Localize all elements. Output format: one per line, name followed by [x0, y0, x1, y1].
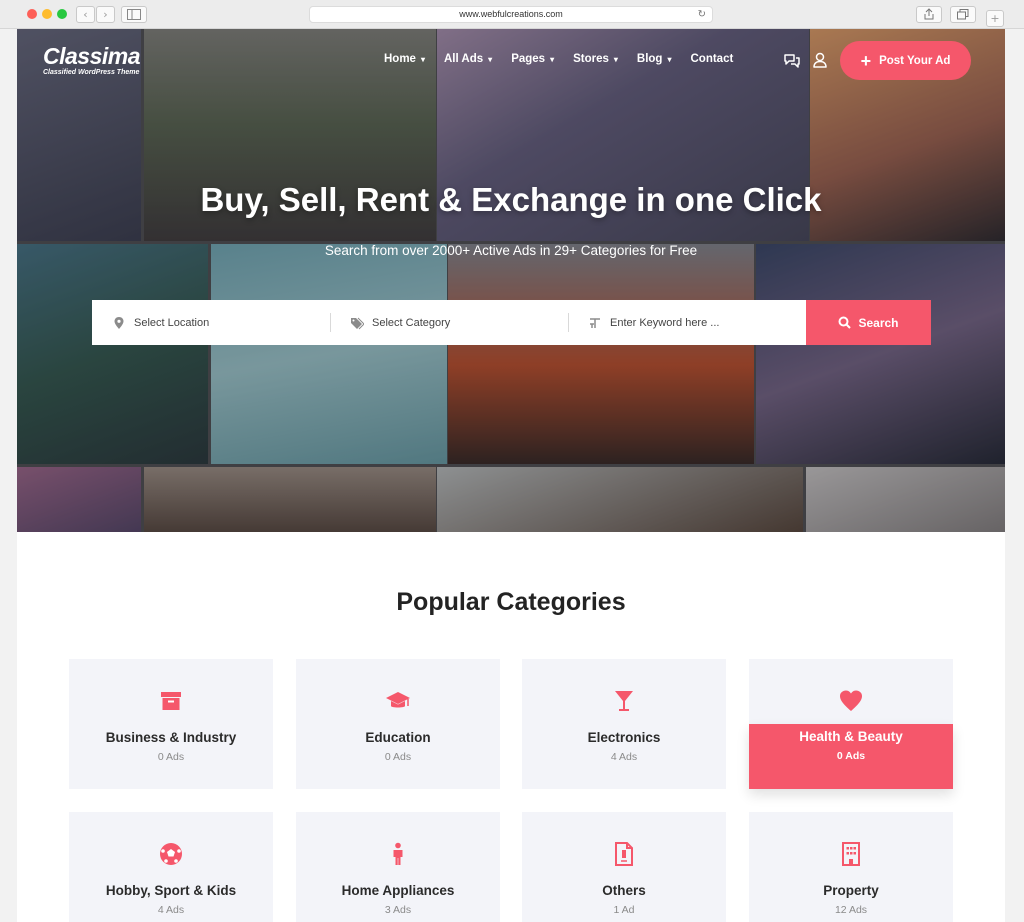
category-card-education[interactable]: Education 0 Ads [296, 659, 500, 789]
nav-item-all-ads[interactable]: All Ads ▾ [444, 53, 492, 65]
soccer-ball-icon [160, 843, 182, 865]
site-logo[interactable]: Classima Classified WordPress Theme [43, 43, 141, 76]
map-pin-icon [114, 316, 124, 329]
text-format-icon [590, 317, 600, 328]
address-bar[interactable]: www.webfulcreations.com ↻ [309, 6, 713, 23]
zoom-window-button[interactable] [57, 9, 67, 19]
keyword-field[interactable]: Enter Keyword here ... [568, 300, 806, 345]
person-icon [393, 842, 403, 865]
window-frame-left [0, 29, 17, 922]
back-button[interactable]: ‹ [76, 6, 95, 23]
forward-button[interactable]: › [96, 6, 115, 23]
section-title: Popular Categories [396, 588, 626, 616]
category-select[interactable]: Select Category [330, 300, 568, 345]
graduation-cap-icon [386, 692, 410, 708]
chevron-down-icon: ▾ [613, 54, 618, 64]
hero-title: Buy, Sell, Rent & Exchange in one Click [200, 181, 822, 218]
url-text: www.webfulcreations.com [459, 9, 563, 19]
chevron-down-icon: ▾ [420, 54, 425, 64]
logo-tagline: Classified WordPress Theme [43, 69, 140, 76]
plus-icon: + [860, 50, 872, 71]
hero-overlay [17, 29, 1005, 532]
category-card-electronics[interactable]: Electronics 4 Ads [522, 659, 726, 789]
location-select[interactable]: Select Location [92, 300, 330, 345]
search-bar: Select Location Select Category Enter Ke… [92, 300, 931, 345]
chevron-down-icon: ▾ [550, 54, 555, 64]
cocktail-glass-icon [615, 691, 633, 711]
minimize-window-button[interactable] [42, 9, 52, 19]
user-account-icon[interactable] [811, 51, 829, 69]
search-button[interactable]: Search [806, 300, 931, 345]
chevron-down-icon: ▾ [488, 54, 493, 64]
post-your-ad-label: Post Your Ad [879, 54, 951, 67]
window-frame-right [1005, 29, 1024, 922]
chat-icon[interactable] [783, 51, 801, 69]
nav-item-stores[interactable]: Stores ▾ [573, 53, 618, 65]
tabs-overview-icon[interactable] [950, 6, 976, 23]
category-card-property[interactable]: Property 12 Ads [749, 812, 953, 922]
category-card-hobby-sport-kids[interactable]: Hobby, Sport & Kids 4 Ads [69, 812, 273, 922]
category-card-business-industry[interactable]: Business & Industry 0 Ads [69, 659, 273, 789]
main-nav: Home ▾ All Ads ▾ Pages ▾ Stores ▾ Blog ▾ Cont… [384, 53, 752, 65]
browser-toolbar: ‹ › www.webfulcreations.com ↻ + [0, 0, 1024, 29]
location-select-label: Select Location [134, 316, 210, 329]
building-icon [842, 842, 860, 866]
nav-item-home[interactable]: Home ▾ [384, 53, 425, 65]
chevron-down-icon: ▾ [667, 54, 672, 64]
category-card-others[interactable]: Others 1 Ad [522, 812, 726, 922]
new-tab-icon[interactable]: + [986, 10, 1004, 27]
post-your-ad-button[interactable]: + Post Your Ad [840, 41, 971, 80]
category-card-home-appliances[interactable]: Home Appliances 3 Ads [296, 812, 500, 922]
logo-name: Classima [43, 43, 141, 69]
sidebar-toggle-icon[interactable] [121, 6, 147, 23]
hero-subtitle: Search from over 2000+ Active Ads in 29+… [324, 243, 698, 258]
share-icon[interactable] [916, 6, 942, 23]
search-button-label: Search [858, 315, 899, 330]
nav-item-contact[interactable]: Contact [690, 53, 733, 65]
heart-icon [840, 690, 862, 711]
category-select-label: Select Category [372, 316, 451, 329]
nav-item-blog[interactable]: Blog ▾ [637, 53, 672, 65]
document-icon [615, 842, 633, 866]
hero-banner: Classima Classified WordPress Theme Home… [17, 29, 1005, 532]
close-window-button[interactable] [27, 9, 37, 19]
tag-icon [351, 317, 364, 329]
popular-categories-section: Popular Categories Business & Industry 0… [17, 532, 1005, 922]
keyword-placeholder: Enter Keyword here ... [610, 316, 720, 329]
archive-box-icon [161, 692, 181, 710]
reload-icon[interactable]: ↻ [698, 7, 706, 22]
nav-item-pages[interactable]: Pages ▾ [511, 53, 554, 65]
category-card-health-beauty[interactable]: Health & Beauty 0 Ads [749, 659, 953, 789]
search-icon [838, 316, 852, 329]
